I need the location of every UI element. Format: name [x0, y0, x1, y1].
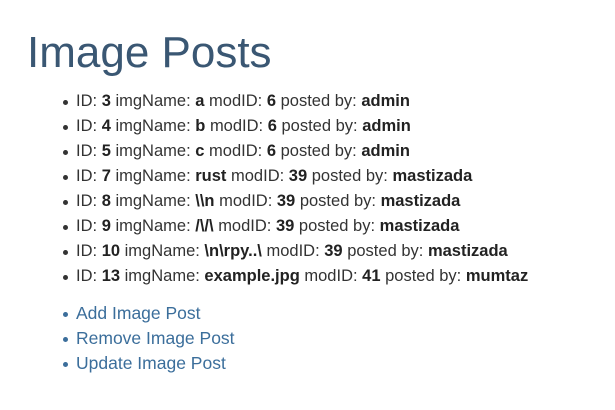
post-id: 5: [101, 142, 111, 160]
mod-id-label: modID:: [209, 142, 263, 160]
post-item: ID: 7 imgName: rust modID: 39 posted by:…: [62, 164, 528, 189]
img-name-label: imgName:: [115, 217, 191, 235]
post-author: mumtaz: [465, 267, 529, 285]
post-id: 10: [101, 242, 121, 260]
posted-by-label: posted by:: [311, 167, 388, 185]
posted-by-label: posted by:: [298, 217, 376, 235]
mod-id-label: modID:: [219, 192, 273, 210]
img-name-label: imgName:: [124, 242, 200, 260]
posted-by-label: posted by:: [280, 142, 357, 160]
id-label: ID:: [76, 217, 98, 235]
actions-list: Add Image Post Remove Image Post Update …: [63, 301, 235, 376]
posted-by-label: posted by:: [385, 267, 462, 285]
post-item: ID: 3 imgName: a modID: 6 posted by: adm…: [62, 89, 528, 114]
id-label: ID:: [76, 267, 98, 285]
post-item: ID: 5 imgName: c modID: 6 posted by: adm…: [62, 139, 528, 164]
img-name-label: imgName:: [115, 167, 191, 185]
post-id: 3: [101, 92, 111, 110]
img-name-label: imgName:: [115, 117, 191, 135]
post-author: admin: [361, 92, 410, 110]
mod-id-label: modID:: [209, 92, 263, 110]
post-mod-id: 39: [275, 217, 295, 235]
img-name-label: imgName:: [115, 92, 191, 110]
posted-by-label: posted by:: [299, 192, 376, 210]
post-id: 8: [101, 192, 111, 210]
id-label: ID:: [76, 92, 98, 110]
action-item: Add Image Post: [63, 301, 235, 326]
posted-by-label: posted by:: [347, 242, 424, 260]
post-item: ID: 4 imgName: b modID: 6 posted by: adm…: [62, 114, 528, 139]
mod-id-label: modID:: [209, 117, 264, 135]
img-name-label: imgName:: [115, 192, 191, 210]
post-id: 9: [101, 217, 111, 235]
post-id: 13: [101, 267, 121, 285]
page-title: Image Posts: [27, 28, 272, 77]
post-img-name: c: [195, 142, 205, 160]
id-label: ID:: [76, 142, 98, 160]
post-mod-id: 41: [362, 267, 381, 285]
update-image-post-link[interactable]: Update Image Post: [76, 353, 226, 373]
post-img-name: b: [195, 117, 206, 135]
mod-id-label: modID:: [231, 167, 285, 185]
post-author: admin: [362, 117, 411, 135]
id-label: ID:: [76, 167, 98, 185]
mod-id-label: modID:: [266, 242, 320, 260]
img-name-label: imgName:: [115, 142, 191, 160]
id-label: ID:: [76, 242, 98, 260]
post-mod-id: 6: [266, 92, 276, 110]
post-id: 7: [101, 167, 111, 185]
remove-image-post-link[interactable]: Remove Image Post: [76, 328, 235, 348]
action-item: Remove Image Post: [63, 326, 235, 351]
action-item: Update Image Post: [63, 351, 235, 376]
mod-id-label: modID:: [218, 217, 272, 235]
post-author: mastizada: [427, 242, 508, 260]
post-img-name: a: [195, 92, 205, 110]
post-author: admin: [361, 142, 410, 160]
image-post-list: ID: 3 imgName: a modID: 6 posted by: adm…: [62, 89, 529, 289]
id-label: ID:: [76, 117, 98, 135]
post-mod-id: 6: [267, 117, 277, 135]
post-item: ID: 8 imgName: \\n modID: 39 posted by: …: [62, 189, 528, 214]
posted-by-label: posted by:: [280, 92, 357, 110]
post-item: ID: 13 imgName: example.jpg modID: 41 po…: [62, 264, 529, 289]
post-img-name: \n\rpy..\: [204, 242, 262, 260]
post-mod-id: 39: [324, 242, 343, 260]
post-mod-id: 39: [288, 167, 308, 185]
post-author: mastizada: [380, 192, 461, 210]
posted-by-label: posted by:: [281, 117, 358, 135]
post-item: ID: 9 imgName: /\/\ modID: 39 posted by:…: [62, 214, 528, 239]
post-mod-id: 39: [276, 192, 296, 210]
post-item: ID: 10 imgName: \n\rpy..\ modID: 39 post…: [62, 239, 528, 264]
add-image-post-link[interactable]: Add Image Post: [76, 303, 201, 323]
post-img-name: \\n: [195, 192, 215, 210]
mod-id-label: modID:: [304, 267, 358, 285]
img-name-label: imgName:: [124, 267, 200, 285]
post-img-name: rust: [195, 167, 227, 185]
post-author: mastizada: [392, 167, 473, 185]
post-img-name: /\/\: [195, 217, 214, 235]
post-id: 4: [101, 117, 111, 135]
post-author: mastizada: [379, 217, 460, 235]
id-label: ID:: [76, 192, 98, 210]
post-img-name: example.jpg: [204, 267, 300, 285]
post-mod-id: 6: [266, 142, 276, 160]
